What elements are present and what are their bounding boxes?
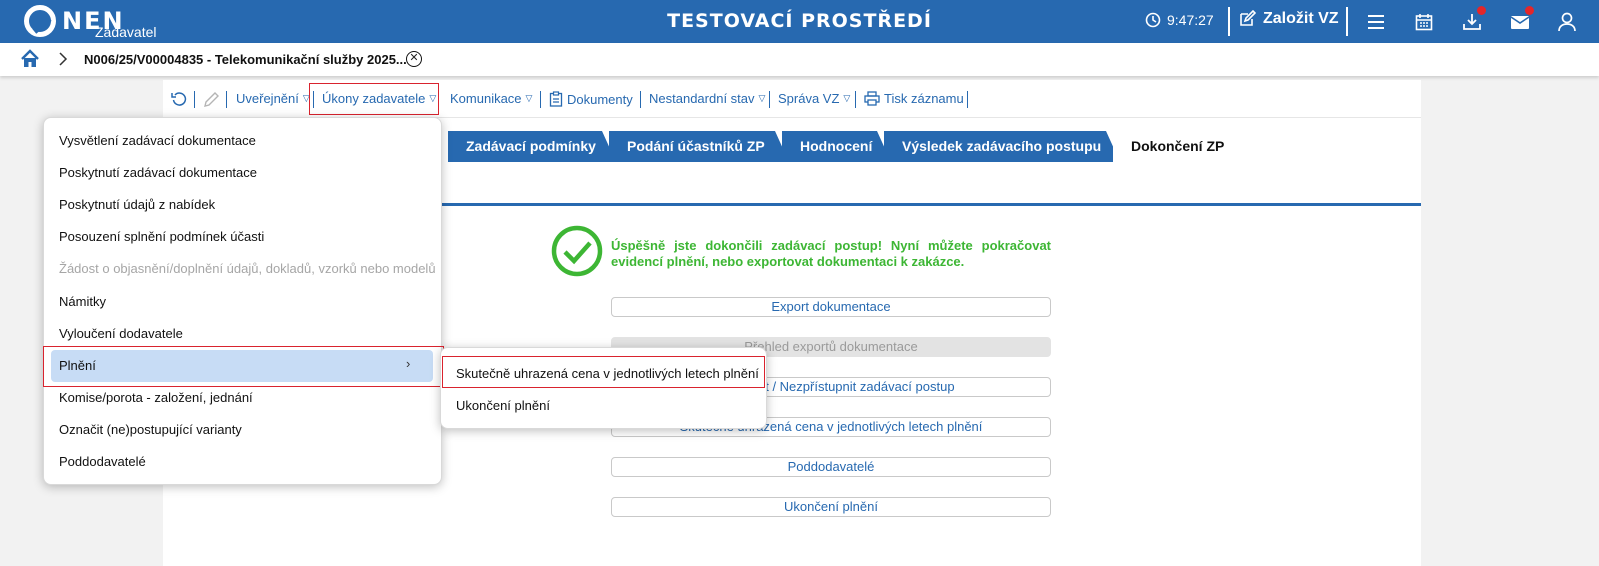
toolbar-divider (226, 91, 227, 108)
menu-item-supplier-exclusion[interactable]: Vyloučení dodavatele (59, 326, 183, 341)
menu-communication[interactable]: Komunikace ▽ (450, 91, 532, 106)
success-check-icon (551, 225, 603, 277)
tab-procedure-completion[interactable]: Dokončení ZP (1113, 131, 1255, 162)
logo-ring-icon (24, 5, 56, 37)
notification-dot (1525, 6, 1534, 15)
edit-icon (1240, 10, 1256, 26)
menu-item-clarification-request: Žádost o objasnění/doplnění údajů, dokla… (59, 261, 436, 276)
highlight-box (309, 83, 439, 115)
calendar-icon[interactable] (1412, 10, 1436, 34)
menu-communication-label: Komunikace (450, 91, 522, 106)
toolbar-divider (769, 91, 770, 108)
header-divider (1346, 7, 1348, 36)
menu-item-committee[interactable]: Komise/porota - založení, jednání (59, 390, 253, 405)
edit-pencil-icon[interactable] (203, 91, 220, 108)
create-vz-button[interactable]: Založit VZ (1238, 10, 1339, 28)
breadcrumb-current[interactable]: N006/25/V00004835 - Telekomunikační služ… (84, 52, 407, 67)
success-message: Úspěšně jste dokončili zadávací postup! … (611, 238, 1051, 269)
toolbar-divider (967, 91, 968, 108)
performance-end-button[interactable]: Ukončení plnění (611, 497, 1051, 517)
menu-print-record[interactable]: Tisk záznamu (864, 91, 964, 106)
tab-procedure-result[interactable]: Výsledek zadávacího postupu (884, 131, 1120, 162)
menu-item-variants[interactable]: Označit (ne)postupující varianty (59, 422, 242, 437)
environment-title: TESTOVACÍ PROSTŘEDÍ (667, 10, 932, 32)
download-icon[interactable] (1460, 6, 1486, 34)
submenu-item-performance-end[interactable]: Ukončení plnění (456, 398, 550, 413)
header-divider (1228, 7, 1230, 36)
menu-nonstandard-state[interactable]: Nestandardní stav ▽ (649, 91, 765, 106)
menu-item-objections[interactable]: Námitky (59, 294, 106, 309)
toolbar-divider (194, 91, 195, 108)
close-icon[interactable]: ✕ (406, 51, 422, 67)
menu-vz-management[interactable]: Správa VZ ▽ (778, 91, 850, 106)
home-icon[interactable] (20, 49, 40, 72)
notification-dot (1477, 6, 1486, 15)
triangle-down-icon: ▽ (525, 93, 533, 103)
clipboard-icon (549, 91, 563, 107)
subcontractors-button[interactable]: Poddodavatelé (611, 457, 1051, 477)
menu-item-offer-data[interactable]: Poskytnutí údajů z nabídek (59, 197, 215, 212)
menu-nonstandard-label: Nestandardní stav (649, 91, 755, 106)
logo-subtitle: Zadavatel (95, 24, 157, 40)
toolbar-divider (540, 91, 541, 108)
triangle-down-icon: ▽ (758, 93, 766, 103)
top-bar: NEN Zadavatel TESTOVACÍ PROSTŘEDÍ 9:47:2… (0, 0, 1599, 43)
clock-time: 9:47:27 (1167, 12, 1214, 28)
highlight-box (442, 356, 765, 388)
printer-icon (864, 91, 880, 106)
export-documentation-button[interactable]: Export dokumentace (611, 297, 1051, 317)
refresh-icon[interactable] (171, 91, 188, 108)
menu-publish[interactable]: Uveřejnění ▽ (236, 91, 310, 106)
tab-evaluation[interactable]: Hodnocení (782, 131, 891, 162)
menu-documents-label: Dokumenty (567, 91, 633, 107)
menu-print-label: Tisk záznamu (884, 91, 964, 106)
menu-item-subcontractors[interactable]: Poddodavatelé (59, 454, 146, 469)
menu-documents[interactable]: Dokumenty (549, 91, 633, 107)
menu-management-label: Správa VZ (778, 91, 840, 106)
highlight-box (43, 346, 444, 387)
tab-tender-conditions[interactable]: Zadávací podmínky (448, 131, 616, 162)
menu-icon[interactable] (1364, 10, 1388, 34)
menu-item-eligibility-assessment[interactable]: Posouzení splnění podmínek účasti (59, 229, 264, 244)
tab-participant-submissions[interactable]: Podání účastníků ZP (609, 131, 789, 162)
menu-item-doc-provision[interactable]: Poskytnutí zadávací dokumentace (59, 165, 257, 180)
menu-item-doc-explanation[interactable]: Vysvětlení zadávací dokumentace (59, 133, 256, 148)
session-clock: 9:47:27 (1145, 12, 1214, 28)
chevron-right-icon (58, 52, 68, 69)
mail-icon[interactable] (1508, 6, 1534, 34)
create-vz-label: Založit VZ (1263, 10, 1339, 27)
toolbar-divider (855, 91, 856, 108)
menu-publish-label: Uveřejnění (236, 91, 299, 106)
breadcrumb: N006/25/V00004835 - Telekomunikační služ… (0, 43, 1599, 76)
user-icon[interactable] (1555, 10, 1579, 34)
triangle-down-icon: ▽ (843, 93, 851, 103)
clock-icon (1145, 12, 1161, 28)
toolbar-divider (640, 91, 641, 108)
